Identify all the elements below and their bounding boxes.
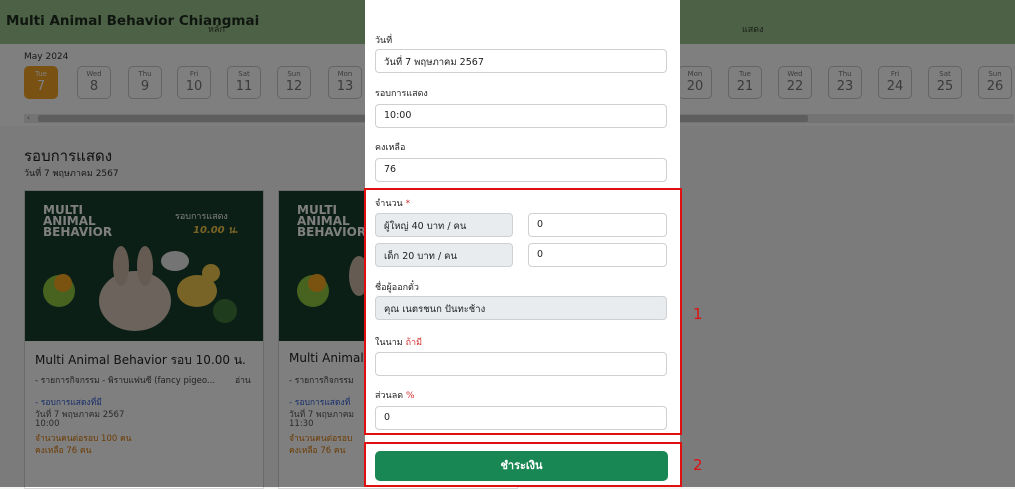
annotation-number-1: 1	[693, 305, 703, 323]
round-field[interactable]: 10:00	[375, 104, 667, 128]
remaining-label: คงเหลือ	[375, 143, 406, 153]
round-label: รอบการแสดง	[375, 89, 428, 99]
highlight-box-2	[364, 442, 682, 487]
date-label: วันที่	[375, 36, 393, 46]
highlight-box-1	[364, 188, 682, 435]
remaining-field[interactable]: 76	[375, 158, 667, 182]
annotation-number-2: 2	[693, 456, 703, 474]
date-field[interactable]: วันที่ 7 พฤษภาคม 2567	[375, 49, 667, 73]
